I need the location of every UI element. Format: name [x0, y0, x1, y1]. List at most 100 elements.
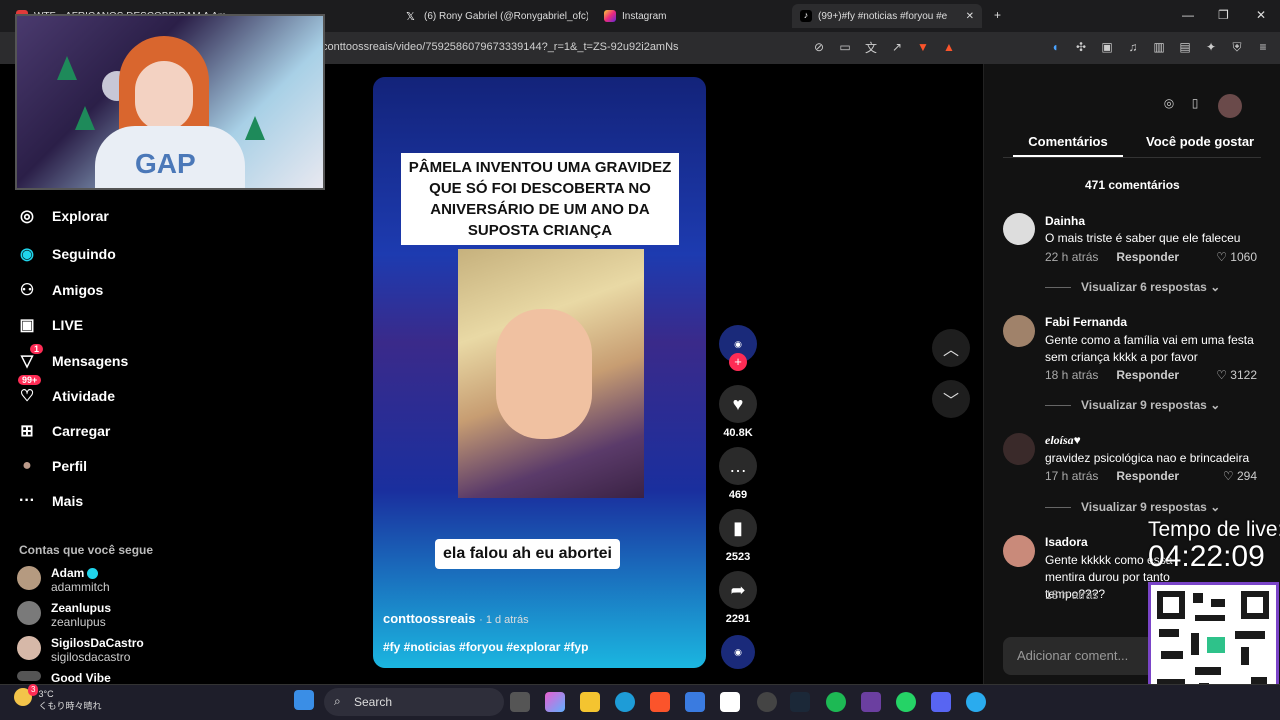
comment-author[interactable]: Dainha: [1045, 214, 1085, 228]
sidebar-item-carregar[interactable]: ⊞ Carregar: [16, 420, 110, 442]
close-window-button[interactable]: ✕: [1256, 8, 1266, 22]
audio-icon[interactable]: ◖: [1046, 38, 1064, 56]
avatar[interactable]: [1003, 213, 1035, 245]
next-video-button[interactable]: ﹀: [932, 380, 970, 418]
tab-comentarios[interactable]: Comentários: [1013, 134, 1123, 157]
brave-rewards-icon[interactable]: ▲: [940, 38, 958, 56]
avatar[interactable]: [1003, 433, 1035, 465]
url-field[interactable]: conttoossreais/video/7592586079673339144…: [322, 41, 679, 53]
tab-voce-pode-gostar[interactable]: Você pode gostar: [1146, 134, 1254, 149]
reply-button[interactable]: Responder: [1116, 368, 1179, 382]
discord-icon[interactable]: [931, 692, 951, 712]
verified-icon: [87, 568, 99, 580]
comment-like-button[interactable]: ♡ 1060: [1216, 250, 1257, 264]
capture-icon[interactable]: ▣: [1098, 38, 1116, 56]
video-author[interactable]: conttoossreais · 1 d atrás: [383, 611, 529, 626]
tree-decoration: [245, 116, 265, 140]
music-icon[interactable]: ♫: [1124, 38, 1142, 56]
reply-button[interactable]: Responder: [1116, 250, 1179, 264]
sidebar-item-amigos[interactable]: ⚇ Amigos: [16, 279, 104, 301]
install-icon[interactable]: ▭: [836, 38, 854, 56]
translate-icon[interactable]: 文: [862, 38, 880, 56]
spotify-icon[interactable]: [826, 692, 846, 712]
share-button[interactable]: ➦ 2291: [717, 571, 759, 625]
task-view-icon[interactable]: [510, 692, 530, 712]
capcut-icon[interactable]: [720, 692, 740, 712]
chevron-up-icon: ︿: [942, 342, 959, 359]
video-hashtags[interactable]: #fy #noticias #foryou #explorar #fyp: [383, 640, 588, 654]
avatar[interactable]: [1003, 315, 1035, 347]
steam-icon[interactable]: [790, 692, 810, 712]
view-replies-button[interactable]: Visualizar 9 respostas ⌄: [1045, 398, 1220, 412]
phone-icon[interactable]: ▯: [1186, 94, 1204, 112]
telegram-icon[interactable]: [966, 692, 986, 712]
tab-x-rony[interactable]: 𝕏 (6) Rony Gabriel (@Ronygabriel_ofc): [398, 4, 588, 28]
sidebar-item-perfil[interactable]: ● Perfil: [16, 455, 87, 477]
previous-video-button[interactable]: ︿: [932, 329, 970, 367]
tab-instagram[interactable]: Instagram: [596, 4, 776, 28]
sidebar-item-mensagens[interactable]: ▽ 1 Mensagens: [16, 344, 128, 372]
taskbar-search[interactable]: ⌕ Search: [324, 688, 504, 716]
sound-disc[interactable]: ◉: [717, 635, 759, 669]
follow-plus-icon[interactable]: +: [729, 353, 747, 371]
share-icon[interactable]: ↗: [888, 38, 906, 56]
vpn-icon[interactable]: ⛨: [1228, 38, 1246, 56]
start-icon[interactable]: [294, 690, 314, 710]
compass-icon[interactable]: ◎: [1160, 94, 1178, 112]
store-icon[interactable]: [685, 692, 705, 712]
leo-icon[interactable]: ✦: [1202, 38, 1220, 56]
copilot-icon[interactable]: [545, 692, 565, 712]
sidebar-toggle-icon[interactable]: ▥: [1150, 38, 1168, 56]
creator-avatar[interactable]: ◉ +: [717, 325, 759, 371]
brave-icon[interactable]: [650, 692, 670, 712]
obs-icon[interactable]: [757, 692, 777, 712]
wallet-icon[interactable]: ▤: [1176, 38, 1194, 56]
sidebar-item-seguindo[interactable]: ◉ Seguindo: [16, 243, 116, 265]
app-icon[interactable]: [861, 692, 881, 712]
extensions-icon[interactable]: ✣: [1072, 38, 1090, 56]
brave-shield-icon[interactable]: ▼: [914, 38, 932, 56]
view-replies-label: Visualizar 9 respostas: [1081, 398, 1207, 412]
comment-button[interactable]: … 469: [717, 447, 759, 501]
no-cast-icon[interactable]: ⊘: [810, 38, 828, 56]
comment-author[interactable]: Fabi Fernanda: [1045, 315, 1127, 329]
share-arrow-icon: ➦: [719, 571, 757, 609]
comment-like-button[interactable]: ♡ 294: [1223, 469, 1257, 483]
comment-like-button[interactable]: ♡ 3122: [1216, 368, 1257, 382]
video-player[interactable]: PÂMELA INVENTOU UMA GRAVIDEZ QUE SÓ FOI …: [373, 77, 706, 668]
following-account[interactable]: Zeanlupus zeanlupus: [17, 601, 111, 629]
reply-button[interactable]: Responder: [1116, 469, 1179, 483]
maximize-button[interactable]: ❐: [1218, 8, 1229, 22]
sidebar-item-atividade[interactable]: ♡ 99+ Atividade: [16, 375, 115, 407]
sidebar-item-live[interactable]: ▣ LIVE: [16, 314, 83, 336]
edge-icon[interactable]: [615, 692, 635, 712]
view-replies-button[interactable]: Visualizar 9 respostas ⌄: [1045, 500, 1220, 514]
save-button[interactable]: ▮ 2523: [717, 509, 759, 563]
sidebar-item-label: Explorar: [52, 208, 109, 224]
file-explorer-icon[interactable]: [580, 692, 600, 712]
user-avatar[interactable]: [1218, 94, 1242, 118]
avatar[interactable]: [1003, 535, 1035, 567]
weather-widget[interactable]: 3 3°C くもり時々晴れ: [14, 684, 102, 712]
new-tab-button[interactable]: +: [994, 8, 1001, 22]
sidebar-item-explorar[interactable]: ◎ Explorar: [16, 205, 109, 227]
following-account[interactable]: Good Vibe: [17, 671, 111, 685]
view-replies-button[interactable]: Visualizar 6 respostas ⌄: [1045, 280, 1220, 294]
live-timer-overlay: Tempo de live: 04:22:09: [1148, 518, 1280, 572]
comment-author[interactable]: Isadora: [1045, 535, 1088, 549]
chevron-down-icon: ⌄: [1210, 280, 1221, 294]
comment-author[interactable]: eloísa♥: [1045, 433, 1081, 448]
tab-tiktok[interactable]: ♪ (99+)#fy #noticias #foryou #e ✕: [792, 4, 982, 28]
add-comment-input[interactable]: Adicionar coment...: [1003, 637, 1153, 675]
minimize-button[interactable]: —: [1182, 8, 1194, 22]
close-tab-icon[interactable]: ✕: [966, 11, 974, 22]
menu-icon[interactable]: ≡: [1254, 38, 1272, 56]
comment-item: Dainha O mais triste é saber que ele fal…: [1003, 213, 1263, 268]
whatsapp-icon[interactable]: [896, 692, 916, 712]
sidebar-item-mais[interactable]: ··· Mais: [16, 490, 83, 512]
following-account[interactable]: Adam adammitch: [17, 566, 110, 594]
following-account[interactable]: SigilosDaCastro sigilosdacastro: [17, 636, 144, 664]
like-button[interactable]: ♥ 40.8K: [717, 385, 759, 439]
comment-text: O mais triste é saber que ele faleceu: [1045, 231, 1241, 245]
music-disc-icon: ◉: [721, 635, 755, 669]
